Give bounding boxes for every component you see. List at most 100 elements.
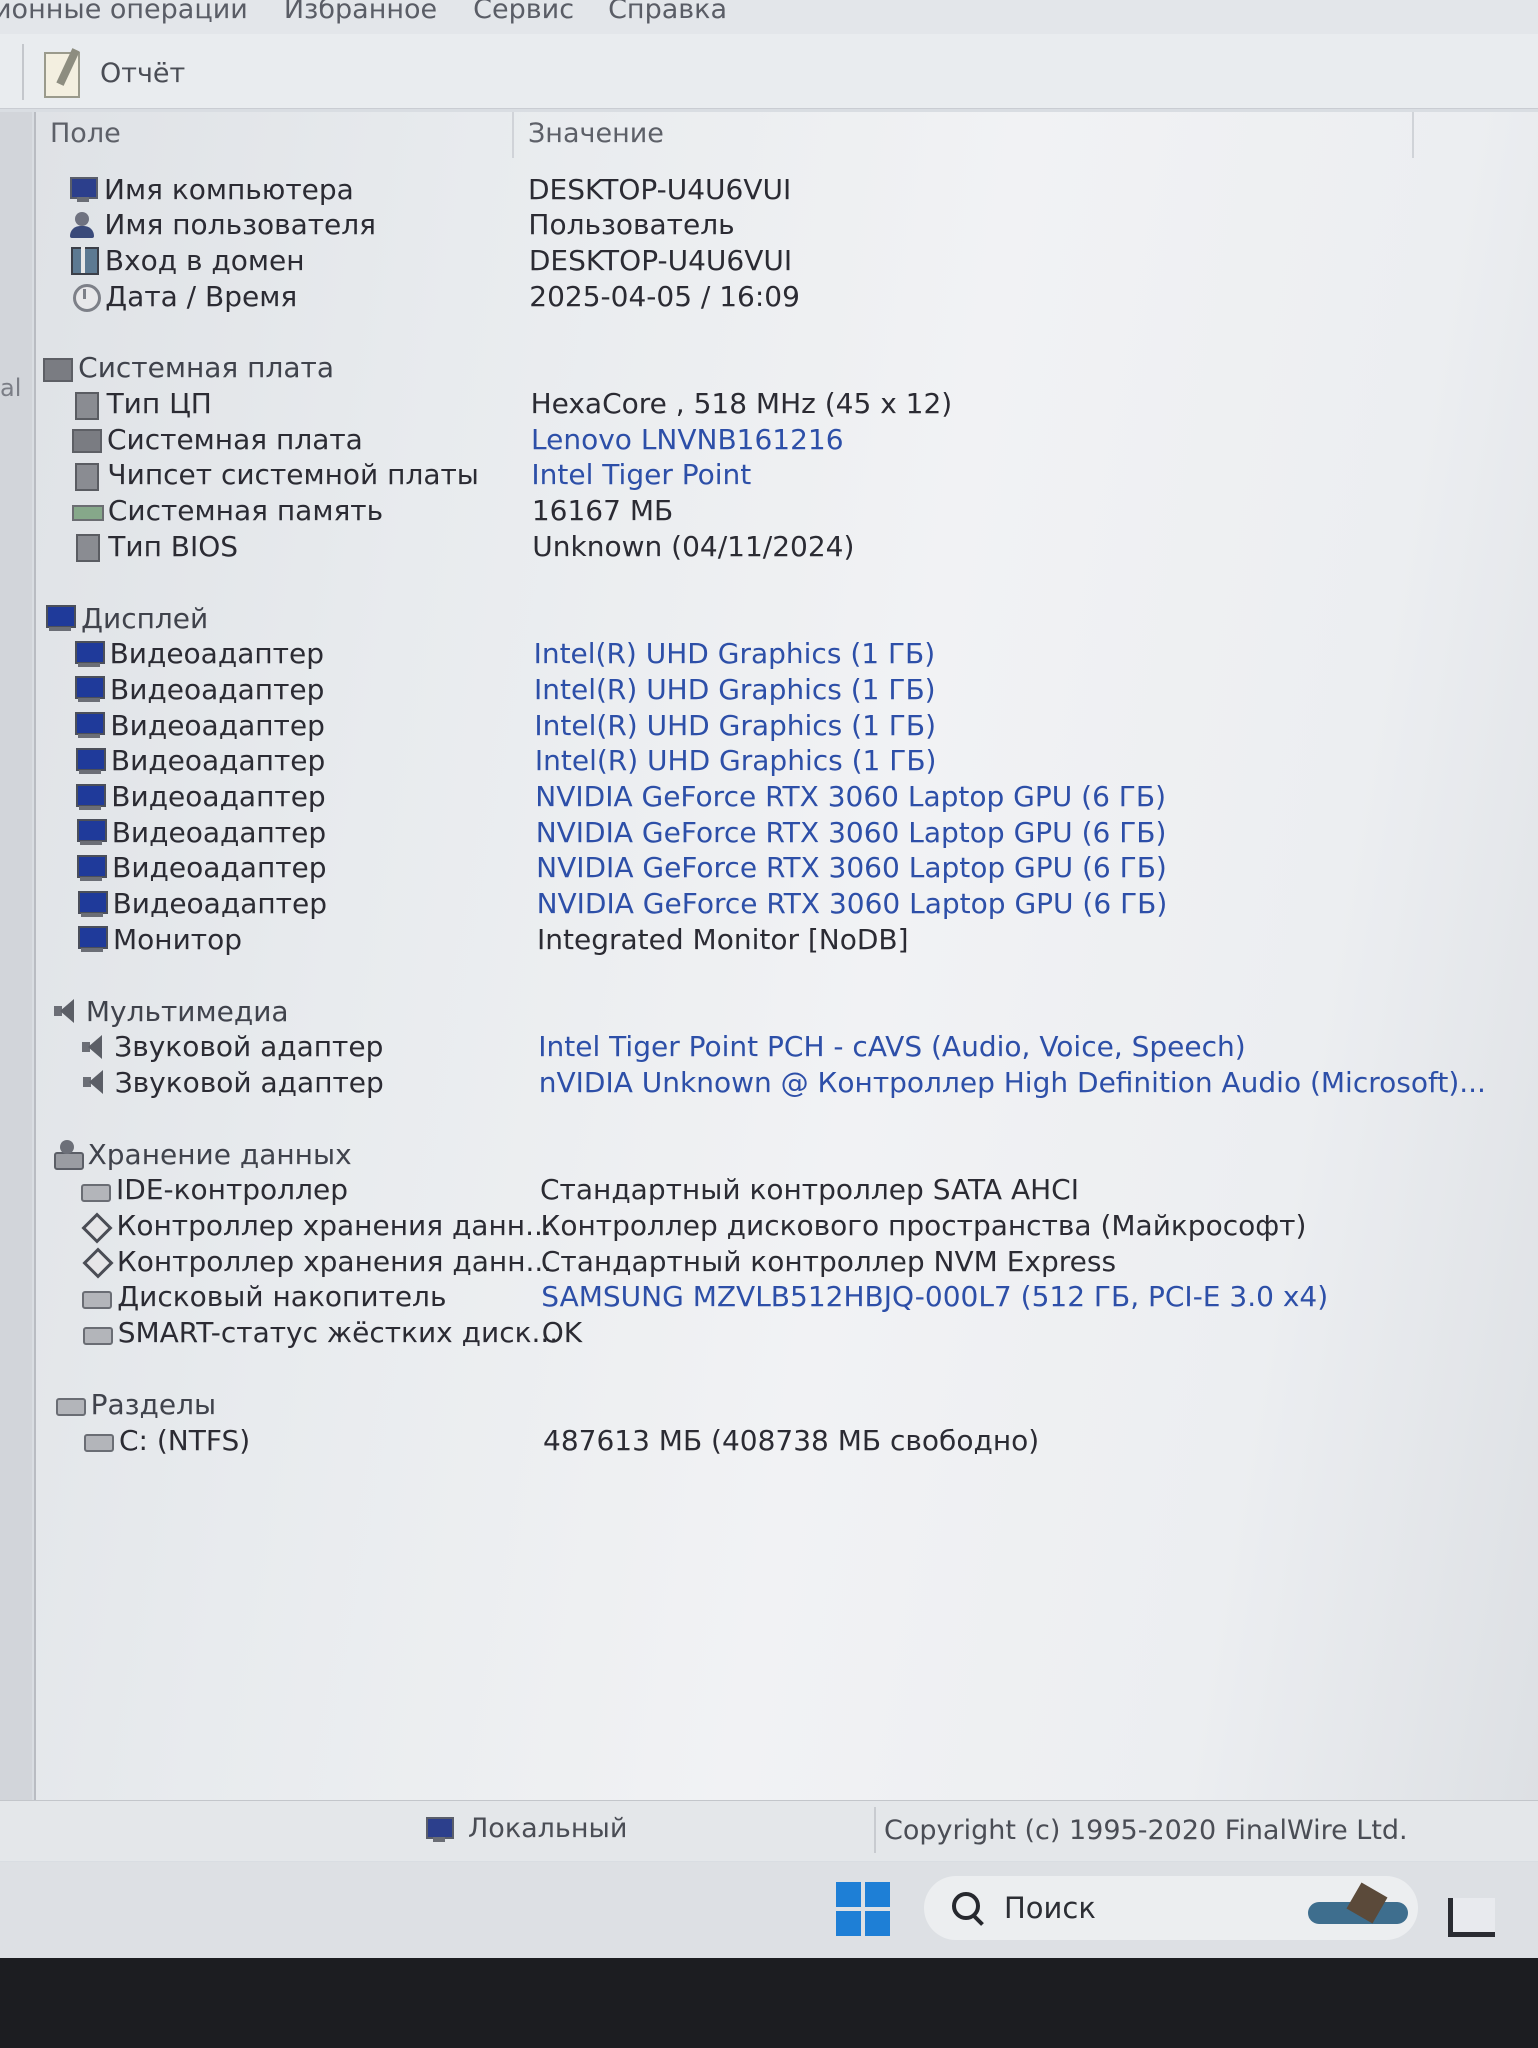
property-row[interactable]: Дата / Время (69, 275, 297, 317)
display-adapter-icon (74, 710, 106, 740)
property-row[interactable]: Тип BIOS (72, 525, 238, 567)
navigation-tree-pane[interactable]: al (0, 112, 32, 1800)
clock-icon (69, 281, 102, 313)
windows-start-icon[interactable] (836, 1882, 890, 1936)
field-value: Unknown (04/11/2024) (532, 529, 855, 563)
field-label: Тип BIOS (108, 529, 239, 563)
motherboard-icon (42, 353, 74, 383)
property-row[interactable]: Звуковой адаптер (79, 1061, 384, 1103)
property-row[interactable]: Монитор (77, 918, 242, 960)
chipset-icon (71, 460, 101, 491)
speaker-icon (78, 1032, 108, 1062)
toolbar-separator (22, 44, 24, 100)
field-value: 487613 МБ (408738 МБ свободно) (543, 1423, 1040, 1457)
report-button[interactable]: Отчёт (40, 48, 185, 98)
monitor-bezel (0, 1958, 1538, 2048)
menu-item-help[interactable]: Справка (608, 0, 727, 25)
field-label: Монитор (113, 922, 243, 956)
menu-bar: ионные операции Избранное Сервис Справка (0, 0, 1538, 34)
field-label: Дисковый накопитель (117, 1280, 447, 1314)
storage-controller-icon (80, 1211, 110, 1241)
category-label: Мультимедиа (85, 994, 289, 1028)
menu-item-operations[interactable]: ионные операции (0, 0, 248, 25)
display-icon (45, 603, 77, 633)
display-adapter-icon (75, 746, 106, 776)
category-label: Системная плата (78, 351, 334, 385)
column-divider[interactable] (1412, 112, 1414, 158)
motherboard-icon (71, 424, 102, 454)
partitions-icon (55, 1389, 86, 1419)
field-label: IDE-контроллер (116, 1173, 348, 1207)
status-copyright: Copyright (c) 1995-2020 FinalWire Ltd. (884, 1815, 1408, 1846)
report-button-label: Отчёт (100, 57, 186, 89)
display-adapter-icon (76, 817, 107, 847)
field-label: SMART-статус жёстких диск... (117, 1316, 559, 1350)
category-label: Хранение данных (87, 1137, 352, 1171)
field-label: Дата / Время (105, 279, 298, 313)
category-label: Разделы (90, 1387, 217, 1421)
cpu-icon (71, 389, 101, 420)
field-label: C: (NTFS) (119, 1423, 251, 1457)
status-bar: Локальный Copyright (c) 1995-2020 FinalW… (0, 1800, 1538, 1861)
computer-icon (424, 1814, 454, 1844)
field-value: 2025-04-05 / 16:09 (529, 279, 800, 313)
category-label: Дисплей (81, 601, 209, 635)
field-label: Видеоадаптер (111, 780, 326, 813)
storage-icon (52, 1139, 84, 1171)
storage-controller-icon (81, 1246, 111, 1276)
display-adapter-icon (75, 782, 107, 812)
search-label: Поиск (1004, 1891, 1096, 1925)
menu-item-service[interactable]: Сервис (473, 0, 574, 25)
field-label: Системная плата (107, 422, 363, 456)
menu-item-favorites[interactable]: Избранное (284, 0, 437, 25)
display-adapter-icon (77, 889, 108, 919)
taskbar: Поиск (0, 1862, 1538, 1958)
field-label: Чипсет системной платы (107, 458, 479, 492)
taskbar-app-icon[interactable] (1304, 1884, 1412, 1934)
field-label: Контроллер хранения данн... (116, 1209, 552, 1242)
toolbar: Отчёт (0, 34, 1538, 109)
memory-icon (71, 496, 104, 526)
field-label: Системная память (107, 494, 384, 528)
field-value: Integrated Monitor [NoDB] (537, 922, 909, 956)
status-local-label: Локальный (468, 1813, 628, 1844)
column-header-value[interactable]: Значение (528, 118, 664, 149)
field-label: Видеоадаптер (111, 815, 327, 849)
display-adapter-icon (76, 853, 108, 883)
smart-status-icon (82, 1318, 113, 1348)
search-icon (950, 1890, 986, 1926)
ide-controller-icon (80, 1175, 111, 1205)
speaker-icon (50, 996, 80, 1026)
field-label: Видеоадаптер (112, 851, 327, 885)
bios-icon (72, 531, 102, 563)
drive-c-icon (83, 1425, 114, 1455)
field-label: Видеоадаптер (110, 672, 325, 706)
column-header-field[interactable]: Поле (50, 118, 121, 149)
field-label: Имя пользователя (104, 208, 377, 242)
field-label: Контроллер хранения данн... (116, 1244, 553, 1278)
field-label: Тип ЦП (106, 387, 212, 420)
property-row[interactable]: C: (NTFS) (83, 1419, 250, 1461)
navigation-tree-partial-text: al (0, 374, 22, 402)
task-view-icon[interactable] (1448, 1898, 1495, 1937)
field-label: Звуковой адаптер (114, 1030, 384, 1064)
domain-icon (69, 245, 99, 276)
details-list[interactable]: Поле Значение Имя компьютера DESKTOP-U4U6… (34, 112, 1538, 1802)
display-adapter-icon (74, 674, 105, 704)
field-label: Видеоадаптер (110, 708, 325, 742)
property-row[interactable]: SMART-статус жёстких диск... (82, 1312, 558, 1354)
value-link[interactable]: SAMSUNG MZVLB512HBJQ-000L7 (512 ГБ, PCI-… (541, 1276, 1328, 1318)
monitor-icon (77, 924, 108, 954)
column-divider[interactable] (512, 112, 514, 158)
field-label: Видеоадаптер (112, 887, 327, 921)
report-icon (40, 48, 86, 98)
field-label: Имя компьютера (104, 172, 354, 206)
field-label: Звуковой адаптер (114, 1065, 384, 1099)
field-label: Видеоадаптер (110, 744, 326, 778)
status-divider (874, 1807, 876, 1853)
field-value: OK (541, 1316, 583, 1350)
disk-drive-icon (81, 1282, 113, 1312)
speaker-icon (79, 1067, 109, 1097)
display-adapter-icon (74, 639, 105, 669)
value-link[interactable]: nVIDIA Unknown @ Контроллер High Definit… (539, 1061, 1486, 1103)
